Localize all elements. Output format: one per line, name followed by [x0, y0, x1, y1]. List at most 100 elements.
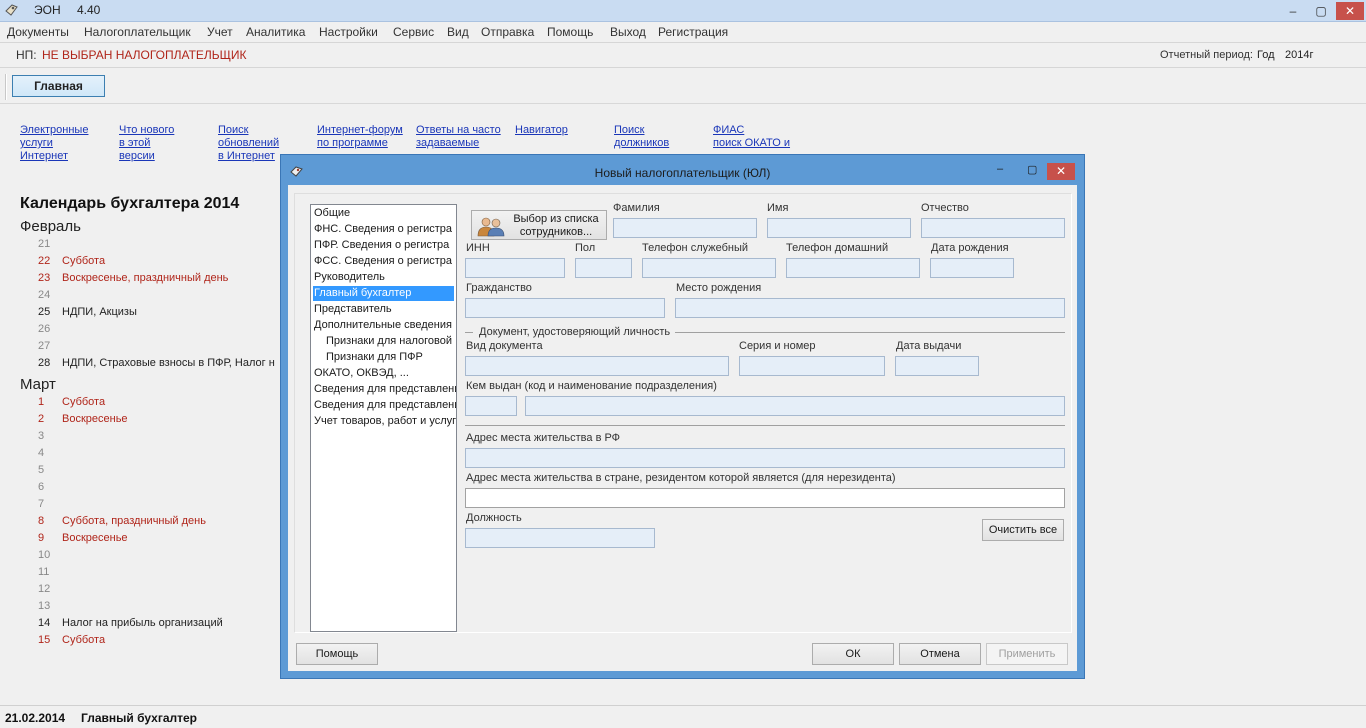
section-tree[interactable]: Общие ФНС. Сведения о регистра ПФР. Сведен…: [310, 204, 457, 632]
menu-view[interactable]: Вид: [447, 25, 469, 39]
menu-service[interactable]: Сервис: [393, 25, 434, 39]
link-search-updates[interactable]: Поиск обновлений в Интернет: [218, 124, 279, 163]
month-name: Февраль: [20, 218, 81, 235]
home-button[interactable]: Главная: [12, 75, 105, 97]
dialog-minimize-button[interactable]: –: [997, 163, 1003, 175]
calendar-day-number: 28: [38, 357, 51, 369]
calendar-day-number: 12: [38, 583, 51, 595]
menu-accounting[interactable]: Учет: [207, 25, 233, 39]
tree-item[interactable]: Учет товаров, работ и услуг: [313, 414, 456, 429]
calendar-day-event[interactable]: Суббота, праздничный день: [62, 515, 206, 527]
ok-button[interactable]: ОК: [812, 643, 894, 665]
doc-type-field[interactable]: [465, 356, 729, 376]
tree-item[interactable]: Дополнительные сведения: [313, 318, 452, 333]
clear-all-button[interactable]: Очистить все: [982, 519, 1064, 541]
period-kind[interactable]: Год: [1257, 49, 1275, 61]
link-fias[interactable]: ФИАС поиск ОКАТО и: [713, 124, 790, 150]
menu-analytics[interactable]: Аналитика: [246, 25, 305, 39]
calendar-day-event[interactable]: Суббота: [62, 634, 105, 646]
dialog-close-button[interactable]: ✕: [1047, 163, 1075, 180]
period-label: Отчетный период:: [1160, 49, 1253, 61]
menu-taxpayer[interactable]: Налогоплательщик: [84, 25, 191, 39]
link-whats-new[interactable]: Что нового в этой версии: [119, 124, 174, 163]
menu-bar: Документы Налогоплательщик Учет Аналитик…: [0, 22, 1366, 42]
calendar-day-number: 14: [38, 617, 51, 629]
tree-item[interactable]: ОКАТО, ОКВЭД, ...: [313, 366, 409, 381]
menu-exit[interactable]: Выход: [610, 25, 646, 39]
menu-registration[interactable]: Регистрация: [658, 25, 728, 39]
link-forum[interactable]: Интернет-форум по программе: [317, 124, 403, 150]
citizenship-field[interactable]: [465, 298, 665, 318]
restore-button[interactable]: ▢: [1308, 2, 1334, 20]
toolbar: Главная: [0, 69, 1366, 104]
issued-by-code-field[interactable]: [465, 396, 517, 416]
menu-documents[interactable]: Документы: [7, 25, 69, 39]
link-search-debtors[interactable]: Поиск должников: [614, 124, 669, 150]
menu-settings[interactable]: Настройки: [319, 25, 378, 39]
calendar-day-row: 23 Воскресенье, праздничный день: [38, 272, 228, 287]
help-button[interactable]: Помощь: [296, 643, 378, 665]
link-e-services[interactable]: Электронные услуги Интернет: [20, 124, 88, 163]
tree-item[interactable]: Главный бухгалтер: [313, 286, 454, 301]
taxpayer-value[interactable]: НЕ ВЫБРАН НАЛОГОПЛАТЕЛЬЩИК: [42, 48, 247, 62]
citizenship-label: Гражданство: [466, 282, 532, 294]
calendar-day-row: 6: [38, 481, 62, 496]
tree-item[interactable]: Сведения для представлени: [313, 382, 456, 397]
link-faq[interactable]: Ответы на часто задаваемые: [416, 124, 501, 150]
tree-item[interactable]: Признаки для налоговой: [325, 334, 452, 349]
name-field[interactable]: [767, 218, 911, 238]
tree-item[interactable]: Признаки для ПФР: [325, 350, 423, 365]
calendar-day-row: 10: [38, 549, 62, 564]
dialog-maximize-button[interactable]: ▢: [1027, 163, 1037, 176]
calendar-day-event[interactable]: Суббота: [62, 255, 105, 267]
inn-label: ИНН: [466, 242, 490, 254]
tree-item[interactable]: Сведения для представлени: [313, 398, 456, 413]
address-rf-field[interactable]: [465, 448, 1065, 468]
cancel-button[interactable]: Отмена: [899, 643, 981, 665]
address-foreign-field[interactable]: [465, 488, 1065, 508]
tree-item[interactable]: ФСС. Сведения о регистра: [313, 254, 452, 269]
name-label: Имя: [767, 202, 789, 214]
tree-item[interactable]: Представитель: [313, 302, 392, 317]
phone-home-field[interactable]: [786, 258, 920, 278]
calendar-day-row: 4: [38, 447, 62, 462]
doc-type-label: Вид документа: [466, 340, 543, 352]
calendar-day-event[interactable]: Воскресенье, праздничный день: [62, 272, 228, 284]
calendar-day-event[interactable]: НДПИ, Акцизы: [62, 306, 137, 318]
menu-help[interactable]: Помощь: [547, 25, 593, 39]
close-button[interactable]: ✕: [1336, 2, 1364, 20]
position-label: Должность: [466, 512, 522, 524]
sex-field[interactable]: [575, 258, 632, 278]
select-employee-button[interactable]: Выбор из списка сотрудников...: [471, 210, 607, 240]
calendar-day-row: 24: [38, 289, 62, 304]
minimize-button[interactable]: –: [1280, 2, 1306, 20]
apply-button[interactable]: Применить: [986, 643, 1068, 665]
tree-item[interactable]: Руководитель: [313, 270, 385, 285]
inn-field[interactable]: [465, 258, 565, 278]
issued-by-name-field[interactable]: [525, 396, 1065, 416]
calendar-day-event[interactable]: Налог на прибыль организаций: [62, 617, 223, 629]
tree-item[interactable]: ФНС. Сведения о регистра: [313, 222, 452, 237]
calendar-day-event[interactable]: Суббота: [62, 396, 105, 408]
section-divider: [465, 425, 1065, 426]
calendar-day-event[interactable]: Воскресенье: [62, 413, 128, 425]
dialog-panel: Общие ФНС. Сведения о регистра ПФР. Сведен…: [294, 193, 1072, 633]
position-field[interactable]: [465, 528, 655, 548]
birth-date-field[interactable]: [930, 258, 1014, 278]
birth-place-field[interactable]: [675, 298, 1065, 318]
calendar-day-event[interactable]: НДПИ, Страховые взносы в ПФР, Налог н: [62, 357, 275, 369]
calendar-day-row: 26: [38, 323, 62, 338]
phone-work-field[interactable]: [642, 258, 776, 278]
patronymic-field[interactable]: [921, 218, 1065, 238]
issue-date-field[interactable]: [895, 356, 979, 376]
tree-item[interactable]: ПФР. Сведения о регистра: [313, 238, 449, 253]
series-number-field[interactable]: [739, 356, 885, 376]
link-navigator[interactable]: Навигатор: [515, 124, 568, 137]
surname-field[interactable]: [613, 218, 757, 238]
calendar-day-number: 25: [38, 306, 51, 318]
id-group-title: Документ, удостоверяющий личность: [479, 326, 671, 338]
menu-send[interactable]: Отправка: [481, 25, 534, 39]
period-year[interactable]: 2014г: [1285, 49, 1313, 61]
calendar-day-event[interactable]: Воскресенье: [62, 532, 128, 544]
tree-item[interactable]: Общие: [313, 206, 350, 221]
